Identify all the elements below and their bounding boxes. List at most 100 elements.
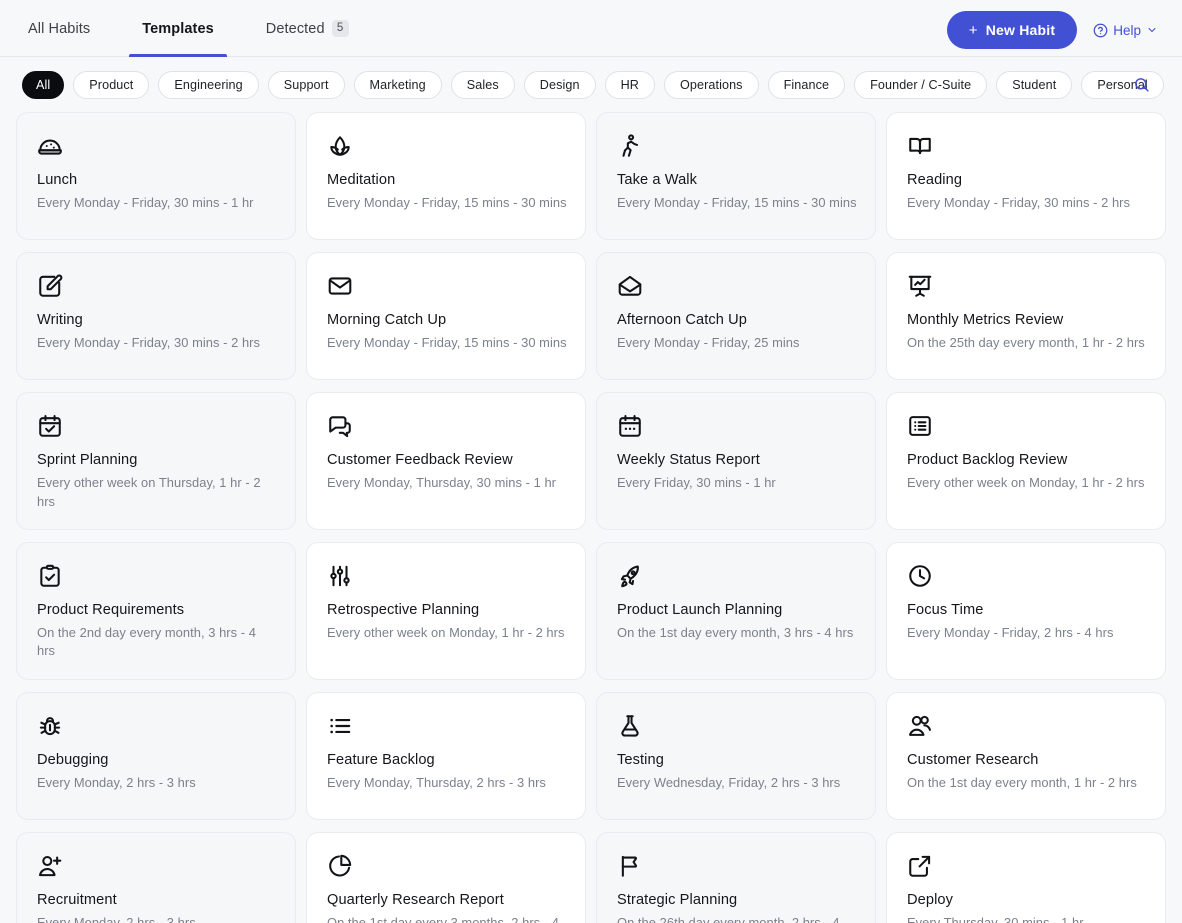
question-circle-icon — [1093, 23, 1108, 38]
template-card[interactable]: Feature Backlog Every Monday, Thursday, 2… — [306, 691, 586, 820]
tab-all-habits[interactable]: All Habits — [24, 0, 116, 57]
calendar-check-icon — [37, 413, 277, 439]
template-card[interactable]: Sprint Planning Every other week on Thurs… — [16, 392, 296, 530]
template-schedule: Every Monday, 2 hrs - 3 hrs — [37, 914, 196, 923]
template-card[interactable]: Product Launch Planning On the 1st day ev… — [596, 541, 876, 680]
presentation-chart-icon — [907, 273, 1147, 299]
template-schedule: Every Monday - Friday, 30 mins - 2 hrs — [907, 195, 1131, 211]
template-title: Deploy — [907, 891, 954, 908]
chevron-down-icon — [1146, 24, 1158, 36]
filter-chip-sales[interactable]: Sales — [450, 71, 515, 99]
template-schedule: Every Monday, Thursday, 30 mins - 1 hr — [327, 475, 557, 491]
filter-chip-engineering[interactable]: Engineering — [158, 71, 259, 99]
pie-chart-icon — [327, 853, 567, 879]
template-title: Take a Walk — [617, 172, 698, 188]
template-card[interactable]: Monthly Metrics Review On the 25th day ev… — [886, 252, 1166, 380]
pencil-square-icon — [37, 273, 277, 299]
filter-chip-all[interactable]: All — [22, 71, 65, 99]
template-card[interactable]: Customer Feedback Review Every Monday, Th… — [306, 392, 586, 530]
template-schedule: Every Monday, Thursday, 2 hrs - 3 hrs — [327, 774, 546, 790]
template-title: Sprint Planning — [37, 452, 138, 468]
template-schedule: Every Monday - Friday, 2 hrs - 4 hrs — [907, 625, 1114, 641]
tab-label: Templates — [142, 20, 214, 37]
top-bar-actions: + New Habit Help — [946, 11, 1160, 49]
template-card[interactable]: Quarterly Research Report On the 1st day … — [306, 831, 586, 923]
filter-chip-founder-c-suite[interactable]: Founder / C-Suite — [854, 71, 988, 99]
sliders-icon — [327, 563, 567, 589]
template-schedule: Every other week on Monday, 1 hr - 2 hrs — [907, 475, 1145, 491]
template-card[interactable]: Writing Every Monday - Friday, 30 mins - … — [16, 252, 296, 380]
template-card[interactable]: Product Requirements On the 2nd day every… — [16, 541, 296, 680]
template-title: Lunch — [37, 172, 78, 188]
flask-icon — [617, 713, 857, 739]
template-card[interactable]: Customer Research On the 1st day every mo… — [886, 691, 1166, 820]
template-title: Testing — [617, 751, 664, 768]
template-title: Product Launch Planning — [617, 601, 783, 618]
template-card[interactable]: Lunch Every Monday - Friday, 30 mins - 1 … — [16, 112, 296, 240]
top-navigation-bar: All Habits Templates Detected 5 + New Habit… — [0, 0, 1182, 57]
template-card[interactable]: Focus Time Every Monday - Friday, 2 hrs -… — [886, 541, 1166, 680]
filter-chip-design[interactable]: Design — [523, 71, 596, 99]
template-schedule: Every Monday - Friday, 30 mins - 1 hr — [37, 195, 254, 211]
template-title: Product Backlog Review — [907, 452, 1068, 468]
filter-chip-operations[interactable]: Operations — [663, 71, 759, 99]
help-menu-button[interactable]: Help — [1091, 19, 1160, 42]
template-card[interactable]: Debugging Every Monday, 2 hrs - 3 hrs — [16, 691, 296, 820]
filter-chip-marketing[interactable]: Marketing — [353, 71, 442, 99]
search-icon[interactable] — [1128, 72, 1154, 98]
filter-chip-product[interactable]: Product — [73, 71, 150, 99]
template-schedule: Every Monday - Friday, 15 mins - 30 mins — [327, 335, 567, 351]
template-schedule: Every other week on Thursday, 1 hr - 2 h… — [37, 475, 261, 509]
template-schedule: On the 1st day every month, 3 hrs - 4 hr… — [617, 625, 854, 641]
template-card[interactable]: Strategic Planning On the 26th day every … — [596, 831, 876, 923]
clipboard-check-icon — [37, 563, 277, 589]
template-card[interactable]: Retrospective Planning Every other week o… — [306, 541, 586, 680]
template-card[interactable]: Take a Walk Every Monday - Friday, 15 min… — [596, 112, 876, 240]
chat-bubbles-icon — [327, 413, 567, 439]
template-card[interactable]: Meditation Every Monday - Friday, 15 mins… — [306, 112, 586, 240]
plus-icon: + — [968, 21, 978, 39]
template-schedule: On the 2nd day every month, 3 hrs - 4 hr… — [37, 625, 256, 659]
template-card[interactable]: Weekly Status Report Every Friday, 30 min… — [596, 392, 876, 530]
calendar-dots-icon — [617, 413, 857, 439]
tab-label: Detected — [265, 20, 325, 37]
clock-icon — [907, 563, 1147, 589]
template-title: Retrospective Planning — [327, 601, 480, 618]
help-label: Help — [1113, 22, 1141, 38]
template-card[interactable]: Morning Catch Up Every Monday - Friday, 1… — [306, 252, 586, 380]
template-title: Meditation — [327, 172, 396, 188]
template-card[interactable]: Afternoon Catch Up Every Monday - Friday,… — [596, 252, 876, 380]
bullet-list-icon — [327, 713, 567, 739]
template-schedule: Every Friday, 30 mins - 1 hr — [617, 475, 776, 491]
template-schedule: On the 1st day every month, 1 hr - 2 hrs — [907, 774, 1137, 790]
user-plus-icon — [37, 853, 277, 879]
template-card[interactable]: Reading Every Monday - Friday, 30 mins - … — [886, 112, 1166, 240]
filter-chip-hr[interactable]: HR — [604, 71, 655, 99]
tab-detected[interactable]: Detected 5 — [240, 0, 375, 57]
template-schedule: Every Wednesday, Friday, 2 hrs - 3 hrs — [617, 774, 841, 790]
taco-icon — [37, 133, 277, 159]
template-schedule: Every Monday - Friday, 15 mins - 30 mins — [617, 195, 857, 211]
template-title: Monthly Metrics Review — [907, 312, 1064, 328]
list-card-icon — [907, 413, 1147, 439]
bug-icon — [37, 713, 277, 739]
template-schedule: Every Monday - Friday, 25 mins — [617, 335, 800, 351]
template-card[interactable]: Recruitment Every Monday, 2 hrs - 3 hrs — [16, 831, 296, 923]
template-card[interactable]: Product Backlog Review Every other week o… — [886, 392, 1166, 530]
chip-list: All Product Engineering Support Marketing Sal… — [22, 71, 1164, 99]
filter-chip-support[interactable]: Support — [267, 71, 345, 99]
filter-chip-student[interactable]: Student — [996, 71, 1073, 99]
external-link-icon — [907, 853, 1147, 879]
template-title: Afternoon Catch Up — [617, 312, 747, 328]
template-title: Strategic Planning — [617, 891, 738, 908]
filter-chip-finance[interactable]: Finance — [767, 71, 846, 99]
template-title: Quarterly Research Report — [327, 891, 504, 908]
template-schedule: Every Monday - Friday, 15 mins - 30 mins — [327, 195, 567, 211]
template-title: Debugging — [37, 751, 109, 768]
new-habit-label: New Habit — [985, 22, 1056, 38]
users-icon — [907, 713, 1147, 739]
tab-templates[interactable]: Templates — [116, 0, 240, 57]
template-card[interactable]: Testing Every Wednesday, Friday, 2 hrs - … — [596, 691, 876, 820]
new-habit-button[interactable]: + New Habit — [946, 11, 1078, 49]
template-card[interactable]: Deploy Every Thursday, 30 mins - 1 hr — [886, 831, 1166, 923]
